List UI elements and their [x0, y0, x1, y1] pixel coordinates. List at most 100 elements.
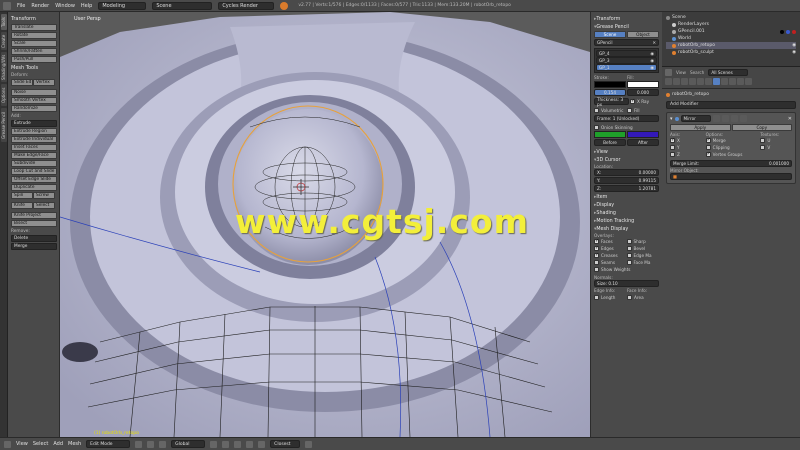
- item-section[interactable]: Item: [594, 195, 659, 200]
- edge-select-icon[interactable]: [222, 440, 230, 448]
- checkbox[interactable]: [670, 137, 675, 143]
- onion-before-field[interactable]: Before: [594, 139, 626, 146]
- tab-options[interactable]: Options: [1, 84, 7, 106]
- gpencil-datablock[interactable]: GPencil ✕: [594, 39, 659, 46]
- length-checkbox[interactable]: Length: [594, 294, 626, 301]
- rotate-button[interactable]: Rotate: [11, 32, 57, 39]
- stroke-color-swatch[interactable]: [594, 81, 626, 88]
- scene-tab-icon[interactable]: [681, 78, 688, 85]
- checkbox[interactable]: [760, 145, 766, 150]
- eye-icon[interactable]: ◉: [650, 51, 654, 56]
- menu-mesh[interactable]: Mesh: [68, 441, 81, 447]
- loop-cut-slide-button[interactable]: Loop Cut and Slide: [11, 168, 57, 175]
- constraints-tab-icon[interactable]: [705, 78, 712, 85]
- modifiers-tab-icon[interactable]: [713, 78, 720, 85]
- checkbox[interactable]: [630, 98, 635, 104]
- delete-menu[interactable]: Delete: [11, 235, 57, 242]
- overlay-faces-checkbox[interactable]: Faces: [594, 238, 627, 245]
- smooth-vertex-button[interactable]: Smooth Vertex: [11, 97, 57, 104]
- overlay-face-marks-checkbox[interactable]: Face Ma: [626, 259, 660, 266]
- make-edge-face-button[interactable]: Make Edge/Face: [11, 152, 57, 159]
- merge-menu[interactable]: Merge: [11, 243, 57, 250]
- cursor-y-field[interactable]: Y: 0.99115: [594, 177, 659, 184]
- onion-before-color[interactable]: [594, 131, 626, 138]
- eye-icon[interactable]: ◉: [650, 65, 654, 70]
- physics-tab-icon[interactable]: [745, 78, 752, 85]
- texture-tab-icon[interactable]: [737, 78, 744, 85]
- close-icon[interactable]: ✕: [652, 40, 656, 45]
- duplicate-button[interactable]: Duplicate: [11, 184, 57, 191]
- shrink-fatten-button[interactable]: Shrink/Fatten: [11, 48, 57, 55]
- cursor-x-field[interactable]: X: 0.00000: [594, 169, 659, 176]
- merge-limit-field[interactable]: Merge Limit: 0.001000: [670, 160, 792, 167]
- checkbox[interactable]: [626, 246, 632, 251]
- mirror-object-field[interactable]: ■: [670, 173, 792, 180]
- checkbox[interactable]: [705, 137, 711, 143]
- onion-after-field[interactable]: After: [627, 139, 659, 146]
- checkbox[interactable]: [626, 260, 632, 265]
- clipping-checkbox[interactable]: Clipping: [705, 144, 757, 151]
- grease-pencil-section[interactable]: Grease Pencil: [594, 25, 659, 30]
- fill-color-swatch[interactable]: [627, 81, 659, 88]
- list-item[interactable]: GP_1 ◉: [596, 64, 657, 71]
- menu-search[interactable]: Search: [690, 70, 704, 75]
- overlay-edge-marks-checkbox[interactable]: Edge Ma: [626, 252, 660, 259]
- world-tab-icon[interactable]: [689, 78, 696, 85]
- slide-edge-button[interactable]: Slide Ed: [11, 79, 33, 86]
- material-tab-icon[interactable]: [729, 78, 736, 85]
- axis-x-checkbox[interactable]: X: [670, 137, 702, 144]
- vertex-groups-checkbox[interactable]: Vertex Groups: [705, 151, 757, 158]
- viewport-toggle-icon[interactable]: [721, 115, 729, 122]
- merge-checkbox[interactable]: Merge: [705, 137, 757, 144]
- checkbox[interactable]: [626, 239, 632, 244]
- extrude-menu[interactable]: Extrude: [11, 120, 57, 127]
- onion-skinning-checkbox[interactable]: Onion Skinning: [594, 124, 659, 131]
- knife-select-button[interactable]: Select: [33, 202, 55, 209]
- volumetric-checkbox[interactable]: Volumetric: [594, 107, 626, 114]
- editor-type-icon[interactable]: [665, 69, 672, 76]
- motion-tracking-section[interactable]: Motion Tracking: [594, 219, 659, 224]
- tab-tools[interactable]: Tools: [1, 14, 7, 30]
- menu-file[interactable]: File: [17, 3, 25, 9]
- fill-opacity[interactable]: 0.000: [627, 89, 659, 96]
- axis-z-checkbox[interactable]: Z: [670, 151, 702, 158]
- manipulator-icon[interactable]: [159, 440, 167, 448]
- translate-button[interactable]: Translate: [11, 24, 57, 31]
- display-section[interactable]: Display: [594, 203, 659, 208]
- copy-button[interactable]: Copy: [731, 124, 792, 131]
- orientation-selector[interactable]: Global: [171, 440, 206, 448]
- eye-icon[interactable]: ◉: [792, 43, 796, 48]
- scale-button[interactable]: Scale: [11, 40, 57, 47]
- checkbox[interactable]: [760, 138, 766, 143]
- eye-icon[interactable]: ◉: [650, 58, 654, 63]
- apply-button[interactable]: Apply: [670, 124, 731, 131]
- 3d-viewport[interactable]: User Persp www.cgtsj.com (1) robotOrb_re…: [60, 12, 590, 437]
- menu-view[interactable]: View: [676, 70, 686, 75]
- axis-y-checkbox[interactable]: Y: [670, 144, 702, 151]
- checkbox[interactable]: [670, 152, 675, 157]
- extrude-region-button[interactable]: Extrude Region: [11, 128, 57, 135]
- slide-vertex-button[interactable]: Vertex: [33, 79, 55, 86]
- menu-view[interactable]: View: [16, 441, 28, 447]
- checkbox[interactable]: [670, 145, 675, 150]
- menu-add[interactable]: Add: [53, 441, 63, 447]
- snap-target-selector[interactable]: Closest: [270, 440, 301, 448]
- list-item[interactable]: GP_4 ◉: [596, 50, 657, 57]
- list-item[interactable]: GP_3 ◉: [596, 57, 657, 64]
- data-tab-icon[interactable]: [721, 78, 728, 85]
- tex-v-checkbox[interactable]: V: [760, 144, 792, 151]
- overlay-sharp-checkbox[interactable]: Sharp: [626, 238, 660, 245]
- layers-tab-icon[interactable]: [673, 78, 680, 85]
- view-section[interactable]: View: [594, 150, 659, 155]
- checkbox[interactable]: [705, 145, 711, 150]
- mode-selector[interactable]: Edit Mode: [86, 440, 131, 448]
- render-engine-selector[interactable]: Cycles Render: [218, 1, 275, 10]
- add-modifier-menu[interactable]: Add Modifier: [666, 101, 796, 109]
- checkbox[interactable]: [627, 108, 632, 113]
- menu-select[interactable]: Select: [33, 441, 48, 447]
- transform-section[interactable]: Transform: [594, 17, 659, 22]
- outliner-row[interactable]: robotOrb_sculpt ◉: [666, 49, 796, 56]
- checkbox[interactable]: [594, 267, 599, 272]
- checkbox[interactable]: [627, 295, 632, 300]
- onion-after-color[interactable]: [627, 131, 659, 138]
